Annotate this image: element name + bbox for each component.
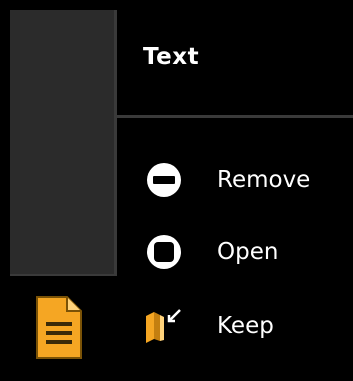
vertical-divider xyxy=(114,10,117,276)
menu-title: Text xyxy=(143,44,200,70)
left-divider xyxy=(10,274,117,276)
menu-item-label: Remove xyxy=(217,167,311,193)
menu-item-label: Keep xyxy=(217,313,274,339)
menu-item-remove[interactable]: Remove xyxy=(140,160,353,200)
minus-circle-icon xyxy=(140,160,190,200)
keep-book-icon xyxy=(140,306,190,346)
left-panel xyxy=(10,10,114,276)
text-document-icon xyxy=(29,292,87,364)
menu-item-keep[interactable]: Keep xyxy=(140,306,353,346)
menu-item-label: Open xyxy=(217,239,279,265)
context-menu-frame: Text Remove Open Keep xyxy=(0,0,353,381)
menu-item-open[interactable]: Open xyxy=(140,232,353,272)
open-square-icon xyxy=(140,232,190,272)
header-divider xyxy=(117,115,353,118)
